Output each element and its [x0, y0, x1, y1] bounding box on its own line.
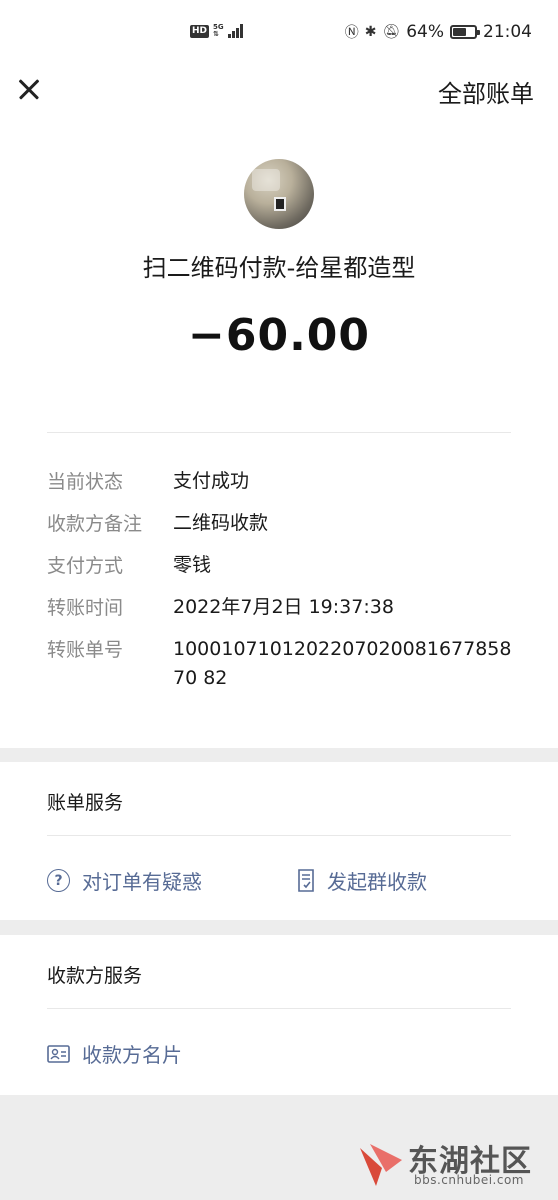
amount: −60.00 — [187, 310, 371, 361]
detail-label: 转账单号 — [47, 639, 124, 661]
detail-value[interactable]: 100010710120220702008167785870 82 — [173, 635, 513, 693]
close-icon[interactable] — [14, 74, 46, 106]
detail-value: 2022年7月2日 19:37:38 — [173, 596, 394, 618]
divider — [47, 432, 511, 433]
hd-badge: HD — [190, 24, 210, 38]
status-bar: HD 5G ⇅ Ⓝ ✱ 🔕︎ 64% 21:04 — [0, 0, 558, 66]
detail-label: 当前状态 — [47, 471, 124, 493]
divider — [47, 835, 511, 836]
watermark-url: bbs.cnhubei.com — [414, 1173, 524, 1187]
detail-row-payment-method: 支付方式 零钱 — [47, 554, 517, 580]
all-bills-link[interactable]: 全部账单 — [438, 74, 534, 109]
detail-row-time: 转账时间 2022年7月2日 19:37:38 — [47, 596, 517, 622]
network-indicator: HD 5G ⇅ — [190, 24, 243, 38]
divider — [47, 1008, 511, 1009]
payee-card-label: 收款方名片 — [82, 1043, 182, 1067]
detail-row-order-number: 转账单号 100010710120220702008167785870 82 — [47, 638, 517, 693]
mute-bell-icon: 🔕︎ — [382, 24, 401, 40]
detail-label: 收款方备注 — [47, 513, 143, 535]
network-type: 5G ⇅ — [213, 24, 224, 38]
screen: HD 5G ⇅ Ⓝ ✱ 🔕︎ 64% 21:04 全部账单 扫二维码付款-给星都… — [0, 0, 558, 1200]
detail-value: 二维码收款 — [173, 512, 269, 534]
nfc-icon: Ⓝ — [344, 25, 359, 41]
group-collection-button[interactable]: 发起群收款 — [297, 866, 427, 895]
detail-row-status: 当前状态 支付成功 — [47, 470, 517, 496]
bill-services-title: 账单服务 — [47, 792, 124, 814]
battery-fill — [453, 28, 466, 36]
merchant-name: 扫二维码付款-给星都造型 — [142, 254, 416, 282]
transaction-card: 全部账单 扫二维码付款-给星都造型 −60.00 当前状态 支付成功 收款方备注… — [0, 66, 558, 748]
question-circle-icon: ? — [47, 869, 70, 892]
payee-services-card: 收款方服务 收款方名片 — [0, 935, 558, 1095]
watermark-logo-icon — [360, 1144, 402, 1186]
merchant-avatar — [244, 159, 314, 229]
battery-icon — [450, 25, 480, 39]
payee-card-button[interactable]: 收款方名片 — [47, 1039, 182, 1068]
avatar-frame — [274, 197, 286, 211]
watermark: 东湖社区 bbs.cnhubei.com — [356, 1136, 546, 1192]
details-list: 当前状态 支付成功 收款方备注 二维码收款 支付方式 零钱 转账时间 2022年… — [47, 470, 517, 709]
network-arrows-icon: ⇅ — [213, 30, 219, 38]
clock: 21:04 — [483, 22, 532, 42]
signal-icon — [227, 24, 243, 38]
payee-services-title: 收款方服务 — [47, 965, 143, 987]
bill-services-card: 账单服务 ? 对订单有疑惑 发起群收款 — [0, 762, 558, 920]
contact-card-icon — [47, 1044, 70, 1063]
status-right: Ⓝ ✱ 🔕︎ 64% 21:04 — [345, 22, 532, 42]
detail-label: 转账时间 — [47, 597, 124, 619]
detail-row-payee-note: 收款方备注 二维码收款 — [47, 512, 517, 538]
order-question-label: 对订单有疑惑 — [82, 870, 202, 894]
detail-label: 支付方式 — [47, 555, 124, 577]
avatar-wall — [252, 169, 280, 191]
detail-value: 零钱 — [173, 554, 212, 576]
battery-percent: 64% — [406, 22, 444, 42]
order-question-button[interactable]: ? 对订单有疑惑 — [47, 866, 202, 895]
group-collection-label: 发起群收款 — [327, 870, 427, 894]
document-check-icon — [298, 869, 314, 892]
detail-value: 支付成功 — [173, 470, 250, 492]
bluetooth-icon: ✱ — [364, 24, 377, 40]
